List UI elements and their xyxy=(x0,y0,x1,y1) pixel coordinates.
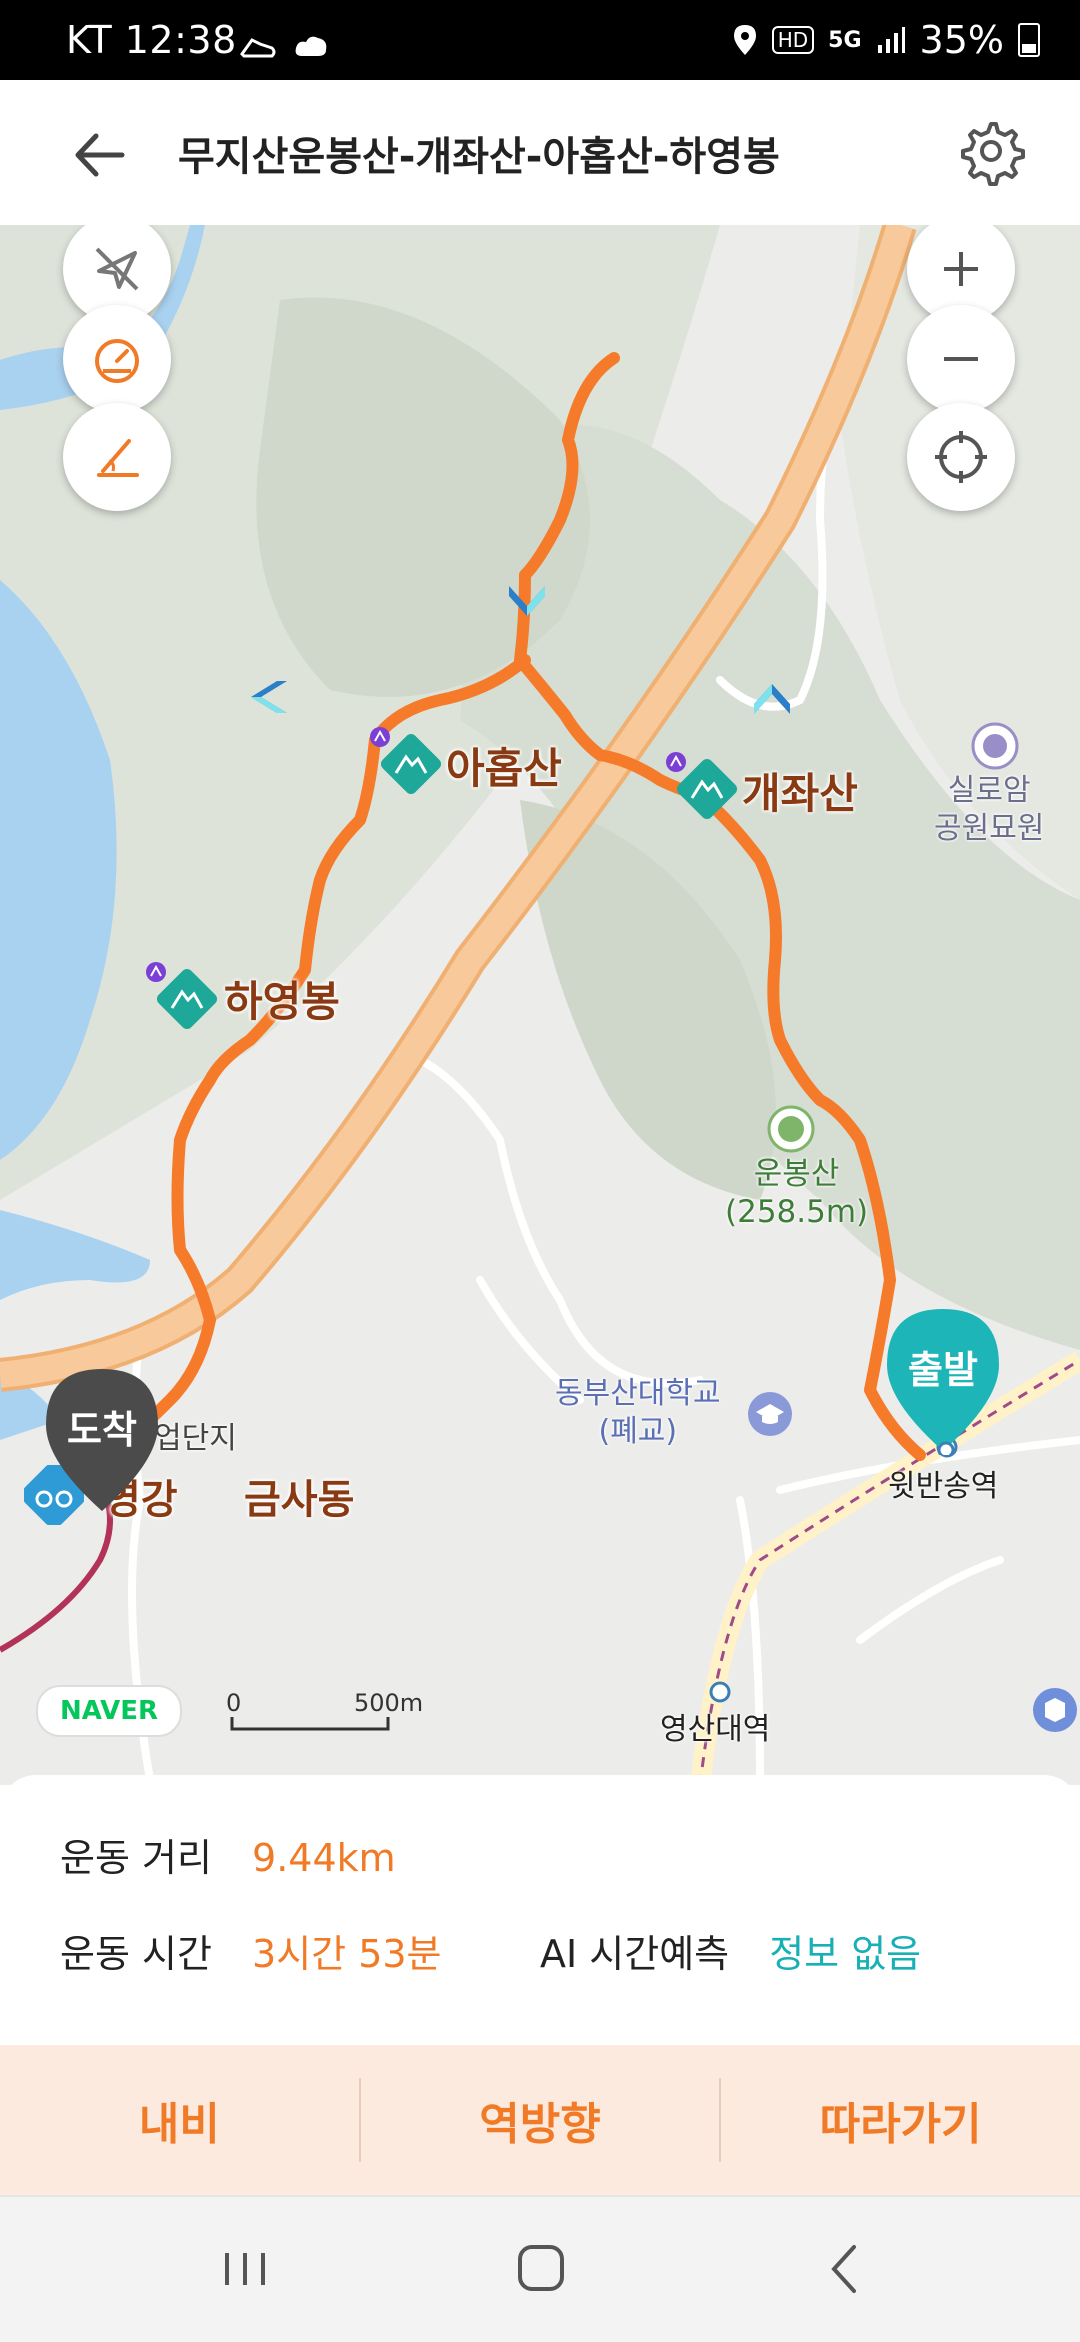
peak-label-hayeongbong: 하영봉 xyxy=(224,977,340,1026)
elevation-button[interactable] xyxy=(63,403,171,511)
back-icon[interactable] xyxy=(808,2239,888,2299)
speedometer-icon xyxy=(95,339,139,383)
start-label: 출발 xyxy=(908,1348,978,1392)
crosshair-icon xyxy=(935,431,987,483)
home-icon[interactable] xyxy=(500,2239,580,2299)
ai-label: AI 시간예측 xyxy=(540,1932,730,1976)
cloud-icon xyxy=(295,36,327,56)
recent-apps-icon[interactable] xyxy=(205,2239,285,2299)
compass-off-icon xyxy=(95,247,139,291)
route-direction-icon xyxy=(754,684,790,714)
ai-prediction-row: AI 시간예측 정보 없음 xyxy=(540,1923,921,1978)
scale-distance: 500m xyxy=(354,1689,424,1717)
cemetery-icon xyxy=(971,722,1019,770)
back-arrow-icon[interactable] xyxy=(66,120,136,190)
status-left-icons xyxy=(238,30,332,62)
route-info-panel: 운동 거리 9.44km 운동 시간 3시간 53분 AI 시간예측 정보 없음 xyxy=(0,1775,1080,2045)
status-time: KT 12:38 xyxy=(66,18,237,62)
poi-silroam-cemetery: 실로암 공원묘원 xyxy=(934,773,1045,846)
app-header: 무지산운봉산-개좌산-아홉산-하영봉 xyxy=(0,80,1080,225)
end-label: 도착 xyxy=(67,1408,137,1452)
page-title: 무지산운봉산-개좌산-아홉산-하영봉 xyxy=(178,134,780,180)
station-icon xyxy=(709,1681,731,1703)
summit-icon xyxy=(767,1105,815,1153)
reverse-button[interactable]: 역방향 xyxy=(361,2045,720,2195)
action-bar: 내비 역방향 따라가기 xyxy=(0,2045,1080,2195)
map-view[interactable]: 아홉산 개좌산 하영봉 실로암 공원묘원 운봉산 (258.5m) 동부산대학교… xyxy=(0,225,1080,1785)
school-icon xyxy=(748,1392,792,1436)
distance-row: 운동 거리 9.44km xyxy=(60,1827,396,1882)
follow-button[interactable]: 따라가기 xyxy=(721,2045,1080,2195)
route-direction-icon xyxy=(509,586,545,616)
battery-percent: 35% xyxy=(919,18,1004,62)
plus-icon xyxy=(944,252,978,286)
scale-bar: 0 500m xyxy=(226,1689,426,1745)
speed-button[interactable] xyxy=(63,305,171,413)
peak-marker-icon[interactable] xyxy=(366,725,446,805)
poi-station-witbansong: 윗반송역 xyxy=(888,1469,999,1504)
route-direction-icon xyxy=(251,681,287,713)
ai-value: 정보 없음 xyxy=(769,1932,922,1976)
scale-zero: 0 xyxy=(226,1689,242,1717)
peak-label-ahopsan: 아홉산 xyxy=(446,744,562,793)
gear-icon[interactable] xyxy=(956,116,1026,186)
status-bar: KT 12:38 HD 5G 35% xyxy=(0,0,1080,80)
distance-label: 운동 거리 xyxy=(60,1836,212,1880)
peak-label-gaejwasan: 개좌산 xyxy=(742,769,858,818)
start-marker[interactable]: 출발 xyxy=(883,1305,1003,1455)
location-icon xyxy=(733,25,756,55)
time-row: 운동 시간 3시간 53분 xyxy=(60,1923,442,1978)
time-value: 3시간 53분 xyxy=(252,1932,442,1976)
shoe-icon xyxy=(240,38,276,58)
end-marker[interactable]: 도착 xyxy=(42,1365,162,1515)
poi-geumsadong: 금사동 xyxy=(244,1477,355,1523)
distance-value: 9.44km xyxy=(252,1836,396,1880)
minus-icon xyxy=(944,357,978,361)
hd-badge: HD xyxy=(771,26,815,54)
poi-industrial: 업단지 xyxy=(154,1421,237,1456)
elevation-icon xyxy=(97,439,139,477)
peak-marker-icon[interactable] xyxy=(142,960,222,1040)
peak-marker-icon[interactable] xyxy=(662,750,742,830)
naver-logo: NAVER xyxy=(36,1685,182,1737)
zoom-out-button[interactable] xyxy=(907,305,1015,413)
poi-unbongsan: 운봉산 (258.5m) xyxy=(725,1156,869,1230)
poi-college: 동부산대학교 (폐교) xyxy=(555,1376,721,1449)
network-badge: 5G xyxy=(828,27,862,53)
status-right-icons: HD 5G 35% xyxy=(732,18,1040,62)
my-location-button[interactable] xyxy=(907,403,1015,511)
time-label: 운동 시간 xyxy=(60,1932,212,1976)
location-pin-icon xyxy=(1033,1688,1077,1732)
poi-station-yeongsandae: 영산대역 xyxy=(660,1712,771,1747)
navi-button[interactable]: 내비 xyxy=(0,2045,359,2195)
battery-icon xyxy=(1018,23,1040,57)
signal-icon xyxy=(877,27,905,53)
system-nav-bar xyxy=(0,2195,1080,2342)
